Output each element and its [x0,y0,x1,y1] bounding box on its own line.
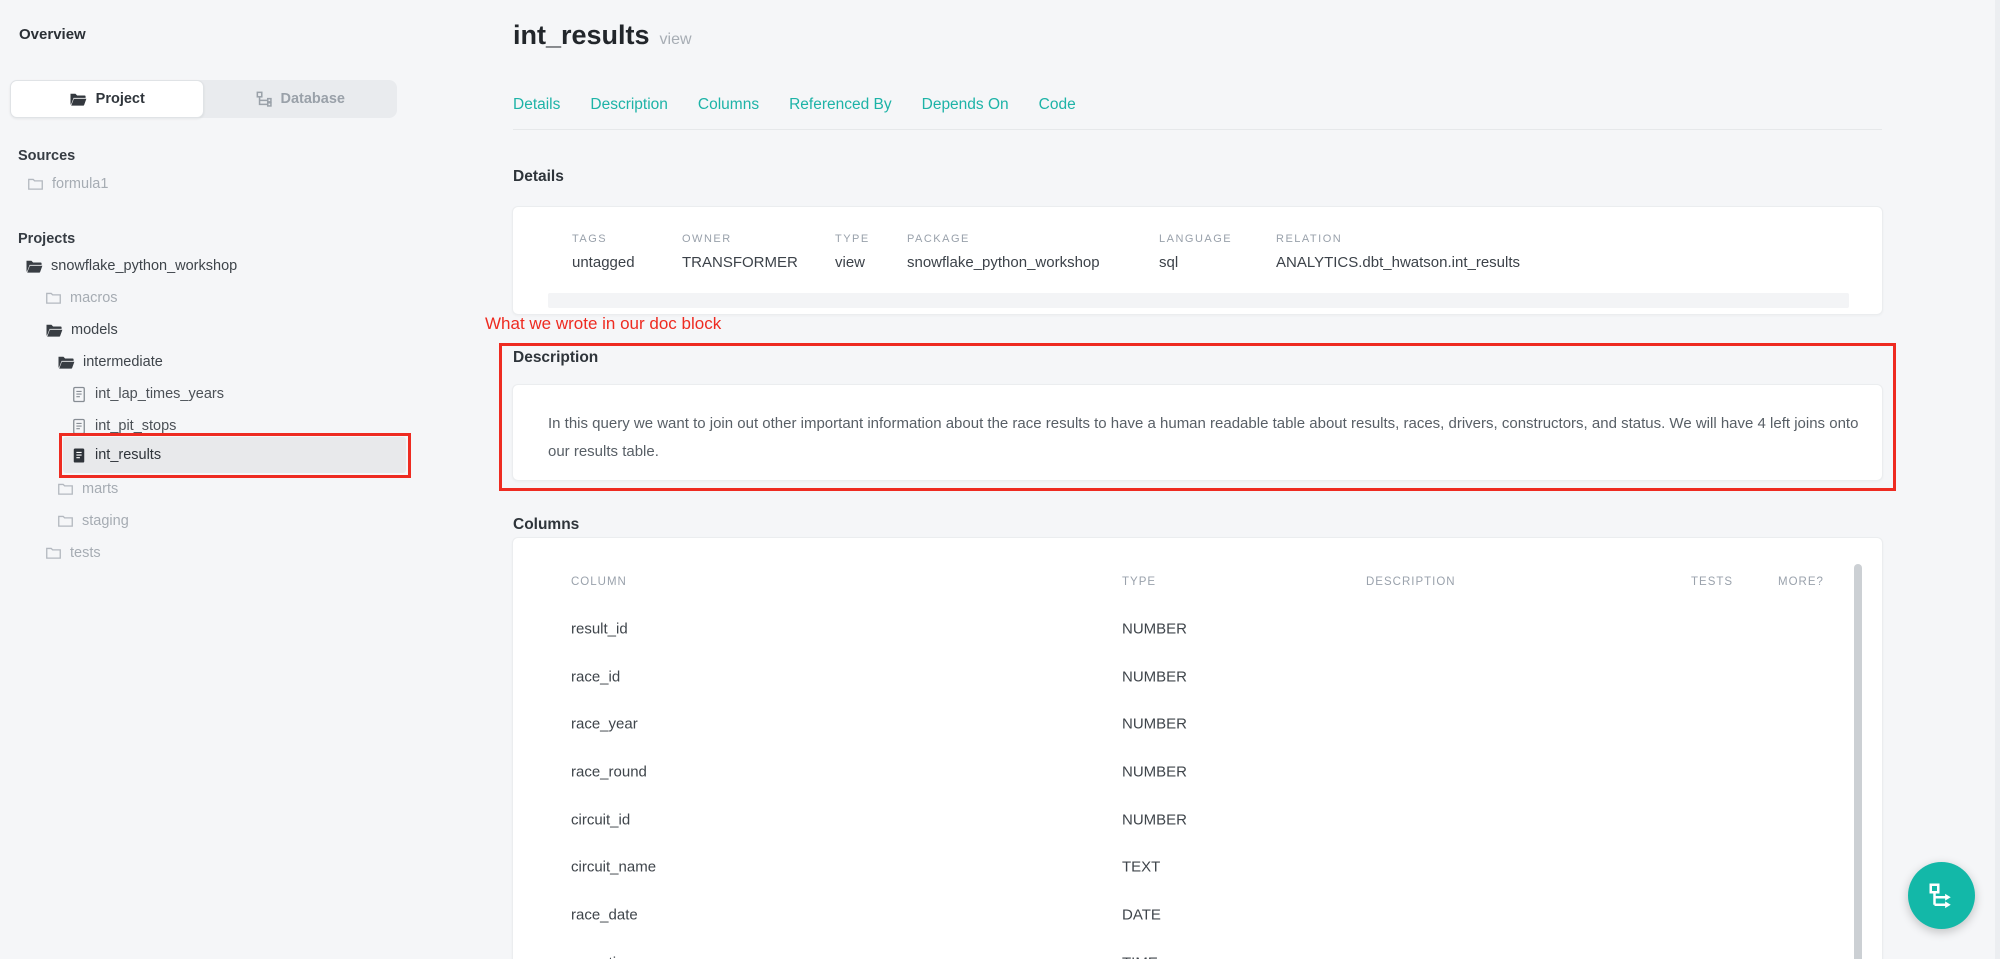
tab-details[interactable]: Details [513,96,560,114]
project-toggle-label: Project [96,91,145,107]
folder-closed-icon [57,514,74,528]
description-text: In this query we want to join out other … [548,410,1861,466]
sidebar-item-staging[interactable]: staging [57,505,129,537]
folder-open-icon [57,355,75,370]
table-row-race-date[interactable]: race_date DATE [513,891,1882,939]
description-card: In this query we want to join out other … [512,384,1883,481]
model-name: int_results [513,20,650,50]
annotation-label: What we wrote in our doc block [485,314,721,334]
details-heading: Details [513,168,564,186]
columns-table-body: result_id NUMBER race_id NUMBER race_yea… [513,605,1882,959]
view-toggle: Project Database [10,80,397,118]
table-row-race-time[interactable]: race_time TIME [513,939,1882,959]
tab-bar: Details Description Columns Referenced B… [513,96,1076,114]
columns-card: COLUMN TYPE DESCRIPTION TESTS MORE? resu… [512,537,1883,959]
database-toggle-label: Database [281,91,345,107]
folder-closed-icon [45,291,62,305]
table-row-circuit-id[interactable]: circuit_id NUMBER [513,796,1882,844]
sidebar-item-tests[interactable]: tests [45,537,101,569]
tab-description[interactable]: Description [590,96,668,114]
document-icon [72,386,86,403]
sidebar-item-int-results[interactable]: int_results [63,437,406,473]
tab-code[interactable]: Code [1039,96,1076,114]
page-title: int_results view [513,20,692,51]
column-header-column: COLUMN [571,576,627,588]
table-row-race-round[interactable]: race_round NUMBER [513,748,1882,796]
table-row-result-id[interactable]: result_id NUMBER [513,605,1882,653]
folder-closed-icon [27,177,44,191]
table-row-race-id[interactable]: race_id NUMBER [513,653,1882,701]
document-icon [72,418,86,435]
folder-open-icon [45,323,63,338]
sidebar: Overview Project Database Sources formul… [0,0,430,959]
lineage-graph-button[interactable] [1908,862,1975,929]
window-scrollbar[interactable] [1995,0,2000,959]
document-solid-icon [72,447,86,464]
sidebar-item-macros[interactable]: macros [45,282,118,314]
column-header-tests: TESTS [1691,576,1733,588]
folder-open-icon [25,259,43,274]
sidebar-item-snowflake-python-workshop[interactable]: snowflake_python_workshop [25,250,237,282]
projects-section-label: Projects [18,231,75,247]
column-header-more: MORE? [1778,576,1824,588]
overview-title: Overview [19,26,86,43]
table-row-race-year[interactable]: race_year NUMBER [513,700,1882,748]
database-tree-icon [256,91,272,107]
sidebar-item-marts[interactable]: marts [57,473,118,505]
sidebar-item-intermediate[interactable]: intermediate [57,346,163,378]
table-scrollbar[interactable] [1854,564,1862,959]
model-type-badge: view [660,31,692,48]
columns-heading: Columns [513,516,579,534]
folder-closed-icon [45,546,62,560]
sidebar-item-formula1[interactable]: formula1 [27,168,108,200]
sidebar-item-models[interactable]: models [45,314,118,346]
tab-referenced-by[interactable]: Referenced By [789,96,892,114]
collapsed-stats-strip [548,293,1849,308]
sources-section-label: Sources [18,148,75,164]
main-content: int_results view Details Description Colu… [512,0,1883,959]
description-heading: Description [513,349,598,367]
table-row-circuit-name[interactable]: circuit_name TEXT [513,843,1882,891]
column-header-description: DESCRIPTION [1366,576,1456,588]
lineage-graph-icon [1927,881,1957,911]
tab-columns[interactable]: Columns [698,96,759,114]
divider [513,129,1882,130]
database-toggle-button[interactable]: Database [204,80,398,118]
folder-icon [69,92,87,107]
folder-closed-icon [57,482,74,496]
project-toggle-button[interactable]: Project [10,80,204,118]
sidebar-item-int-lap-times-years[interactable]: int_lap_times_years [72,378,224,410]
tab-depends-on[interactable]: Depends On [922,96,1009,114]
details-card: TAGS untagged OWNER TRANSFORMER TYPE vie… [512,206,1883,315]
column-header-type: TYPE [1122,576,1156,588]
